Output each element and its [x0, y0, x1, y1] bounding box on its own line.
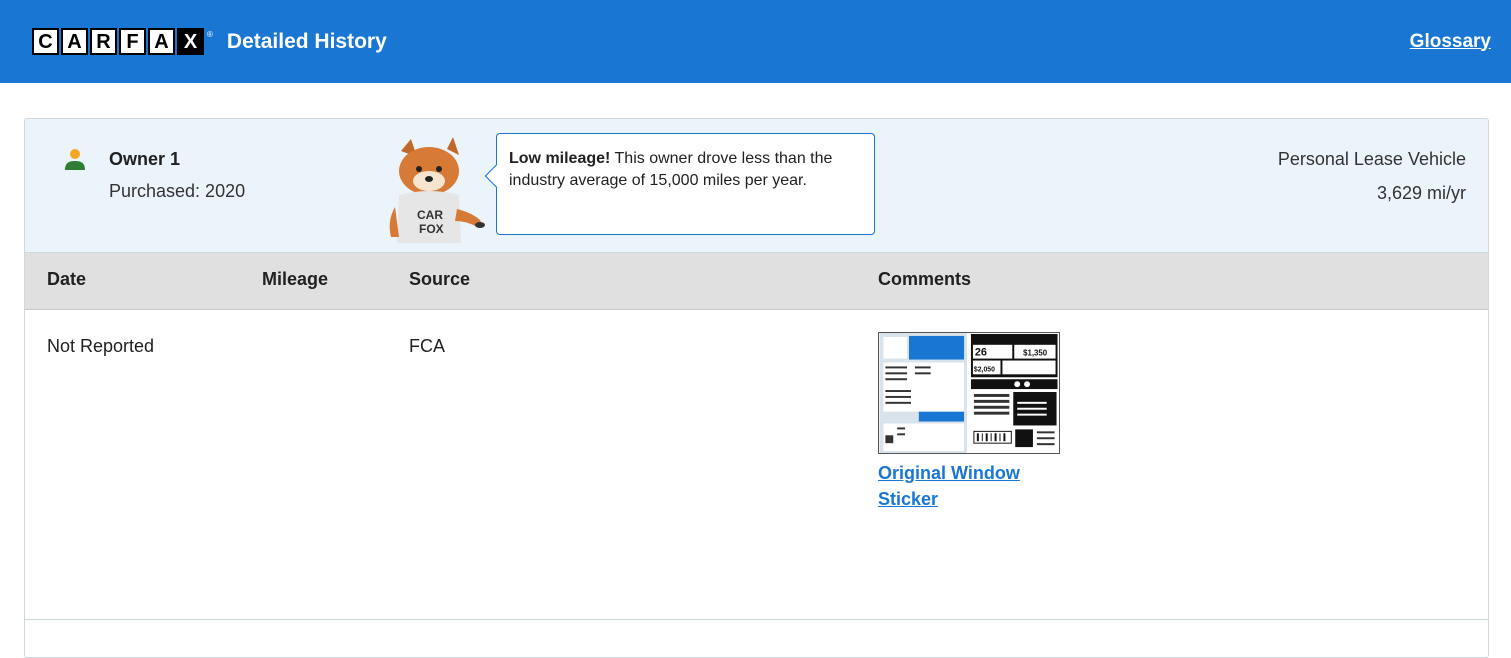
vehicle-type: Personal Lease Vehicle: [1277, 149, 1466, 169]
registered-mark: ®: [207, 30, 213, 39]
svg-text:$1,350: $1,350: [1023, 349, 1048, 358]
history-table-header: Date Mileage Source Comments: [25, 253, 1488, 310]
svg-text:FOX: FOX: [419, 222, 444, 236]
table-row: Not Reported FCA 26 $1,350 $2,050 Origin…: [25, 310, 1488, 620]
tooltip-bold-text: Low mileage!: [509, 150, 611, 167]
svg-text:CAR: CAR: [417, 208, 443, 222]
svg-text:26: 26: [975, 347, 987, 359]
logo-letter-f: F: [119, 28, 146, 55]
person-icon: [65, 149, 85, 170]
row-date: Not Reported: [47, 336, 155, 356]
page-title: Detailed History: [226, 29, 387, 53]
column-header-source: Source: [409, 269, 471, 289]
low-mileage-tooltip: Low mileage! This owner drove less than …: [484, 133, 875, 235]
top-bar: C A R F A X ® Detailed History Glossary: [0, 0, 1511, 83]
glossary-link[interactable]: Glossary: [1410, 31, 1491, 53]
column-header-date: Date: [47, 269, 87, 289]
carfax-logo[interactable]: C A R F A X ®: [32, 28, 213, 55]
miles-per-year: 3,629 mi/yr: [1376, 183, 1466, 203]
original-window-sticker-link[interactable]: Original Window Sticker: [878, 460, 1078, 512]
owner-history-card: Owner 1 Purchased: 2020 CAR FOX Low mile…: [24, 118, 1489, 658]
column-header-mileage: Mileage: [262, 269, 329, 289]
logo-letter-a2: A: [148, 28, 175, 55]
owner-purchased: Purchased: 2020: [109, 181, 246, 201]
tooltip-arrow: [484, 164, 508, 188]
logo-letter-x: X: [177, 28, 204, 55]
owner-name: Owner 1: [109, 149, 181, 169]
logo-letter-r: R: [90, 28, 117, 55]
row-source: FCA: [409, 336, 445, 356]
owner-summary: Owner 1 Purchased: 2020 CAR FOX Low mile…: [25, 119, 1488, 253]
svg-text:$2,050: $2,050: [974, 366, 995, 373]
logo-letter-a: A: [61, 28, 88, 55]
window-sticker-thumbnail[interactable]: 26 $1,350 $2,050: [878, 332, 1060, 454]
logo-letter-c: C: [32, 28, 59, 55]
column-header-comments: Comments: [878, 269, 972, 289]
carfox-mascot-icon: CAR FOX: [389, 137, 485, 243]
